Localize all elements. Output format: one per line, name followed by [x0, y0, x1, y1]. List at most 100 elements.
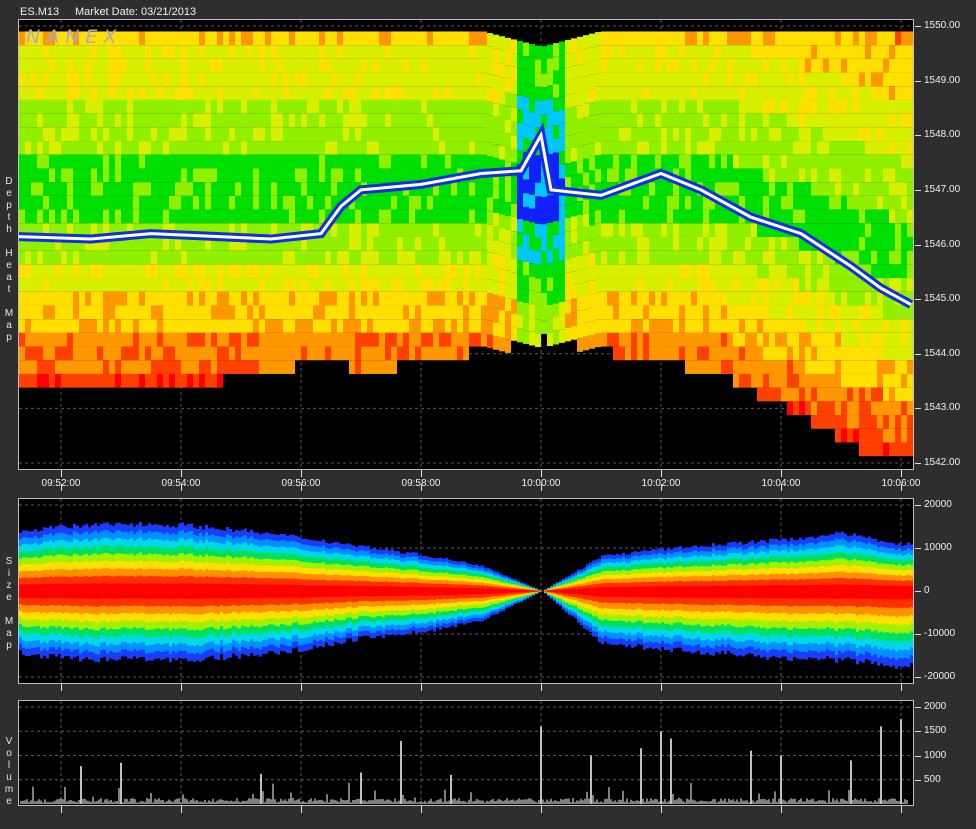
heat-cell [565, 218, 571, 232]
heat-cell [295, 127, 301, 142]
heat-cell [907, 401, 913, 416]
heat-cell [523, 83, 529, 98]
heat-cell [427, 319, 433, 333]
heat-cell [889, 319, 895, 333]
heat-cell [559, 329, 565, 343]
heat-cell [427, 264, 433, 279]
heat-cell [349, 291, 355, 306]
heat-cell [841, 141, 847, 155]
heat-cell [211, 141, 217, 155]
heat-cell [397, 264, 403, 279]
heat-cell [595, 100, 601, 115]
heat-cell [367, 127, 373, 142]
heat-cell [553, 152, 559, 167]
heat-cell [61, 127, 67, 142]
heat-cell [535, 196, 541, 211]
heat-cell [151, 305, 157, 320]
heat-cell [349, 278, 355, 292]
heat-cell [871, 154, 877, 169]
heat-cell [49, 99, 55, 114]
heat-cell [421, 127, 427, 142]
heat-cell [535, 86, 541, 101]
heat-cell [145, 373, 151, 388]
heat-cell [169, 250, 175, 265]
heat-cell [763, 141, 769, 155]
heat-cell [505, 65, 511, 79]
heat-cell [511, 107, 517, 122]
heat-cell [481, 291, 487, 306]
heat-cell [409, 236, 415, 251]
heat-cell [571, 120, 577, 135]
heat-cell [715, 291, 721, 306]
heat-cell [199, 99, 205, 114]
heat-cell [55, 168, 61, 183]
heat-cell [109, 195, 115, 210]
heat-cell [19, 305, 25, 320]
heat-cell [259, 291, 265, 306]
heat-cell [169, 127, 175, 142]
heat-cell [97, 264, 103, 279]
heat-cell [49, 141, 55, 155]
heat-cell [697, 154, 703, 169]
heat-cell [277, 99, 283, 114]
heat-cell [253, 168, 259, 183]
heat-cell [571, 175, 577, 190]
heat-cell [355, 264, 361, 279]
heat-cell [169, 58, 175, 73]
heat-cell [595, 155, 601, 170]
heat-cell [787, 182, 793, 196]
heat-cell [253, 360, 259, 374]
heat-cell [265, 250, 271, 265]
heat-cell [883, 428, 889, 443]
heat-cell [433, 319, 439, 333]
heat-cell [787, 236, 793, 251]
heat-cell [799, 86, 805, 100]
heat-cell [313, 72, 319, 87]
heat-cell [469, 223, 475, 237]
heat-cell [655, 223, 661, 237]
heat-cell [205, 141, 211, 155]
heat-cell [403, 236, 409, 251]
heat-cell [337, 278, 343, 292]
heat-cell [727, 113, 733, 128]
heat-cell [619, 319, 625, 333]
heat-cell [475, 291, 481, 306]
heat-cell [109, 127, 115, 142]
heat-cell [163, 141, 169, 155]
heat-cell [19, 346, 25, 361]
heat-cell [193, 373, 199, 388]
heat-cell [631, 154, 637, 169]
heat-cell [781, 305, 787, 320]
heat-cell [25, 278, 31, 292]
heat-cell [817, 141, 823, 155]
heat-cell [325, 195, 331, 210]
heat-cell [457, 305, 463, 320]
heat-cell [115, 72, 121, 87]
heat-cell [721, 223, 727, 237]
heat-cell [553, 125, 559, 139]
heat-cell [181, 373, 187, 388]
heat-cell [217, 99, 223, 114]
heat-cell [823, 113, 829, 128]
heat-cell [703, 360, 709, 374]
heat-cell [31, 182, 37, 196]
heat-cell [895, 319, 901, 333]
heat-cell [667, 223, 673, 237]
heat-cell [409, 58, 415, 73]
heat-cell [553, 248, 559, 263]
heat-cell [607, 86, 613, 100]
heat-cell [121, 168, 127, 183]
heat-cell [667, 58, 673, 73]
heat-cell [91, 195, 97, 210]
heat-cell [811, 305, 817, 320]
heat-cell [787, 99, 793, 114]
heat-cell [769, 250, 775, 265]
heat-cell [325, 86, 331, 100]
heat-cell [115, 346, 121, 361]
heat-cell [121, 113, 127, 128]
heat-cell [439, 332, 445, 347]
heat-cell [151, 154, 157, 169]
heat-cell [313, 86, 319, 100]
heat-cell [817, 58, 823, 73]
heat-cell [433, 31, 439, 46]
